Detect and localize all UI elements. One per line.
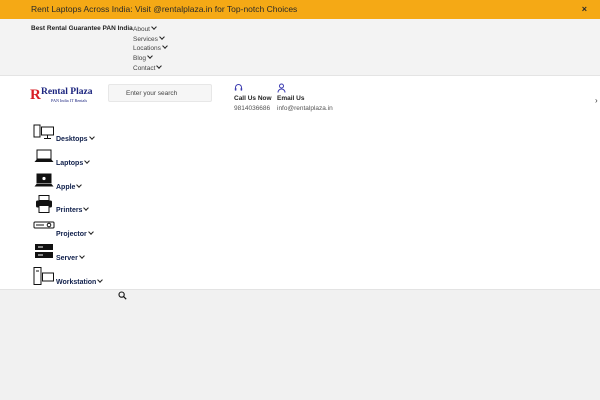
- logo-tagline: PAN India IT Rentals: [51, 98, 88, 103]
- chevron-down-icon: [147, 53, 153, 59]
- category-label: Server: [56, 253, 85, 262]
- arrow-right-icon[interactable]: ›: [595, 96, 598, 105]
- announcement-bar: Rent Laptops Across India: Visit @rental…: [0, 0, 600, 19]
- chevron-down-icon: [156, 62, 163, 69]
- printer-icon: [36, 195, 52, 214]
- desktop-icon: [33, 124, 54, 139]
- user-icon: [277, 83, 333, 94]
- category-label: Desktops: [56, 134, 95, 143]
- category-label: Projector: [56, 229, 94, 238]
- chevron-down-icon: [83, 205, 90, 212]
- call-us-contact[interactable]: Call Us Now 9814036686: [234, 83, 272, 113]
- announcement-suffix: for Top-notch Choices: [212, 4, 298, 14]
- announcement-prefix: Rent Laptops Across India: Visit: [31, 4, 154, 14]
- site-logo[interactable]: R Rental Plaza PAN India IT Rentals: [30, 86, 100, 104]
- nav-item-blog[interactable]: Blog: [133, 53, 167, 64]
- apple-laptop-icon: [34, 173, 54, 187]
- nav-item-contact[interactable]: Contact: [133, 62, 167, 74]
- email-us-contact[interactable]: Email Us info@rentalplaza.in: [277, 83, 333, 113]
- chevron-down-icon: [161, 43, 168, 50]
- category-label: Workstation: [56, 276, 104, 286]
- nav-item-label: Services: [133, 35, 158, 43]
- nav-item-label: About: [133, 26, 150, 33]
- projector-icon: [33, 221, 55, 229]
- email-us-label: Email Us: [277, 95, 305, 102]
- chevron-down-icon: [151, 24, 157, 30]
- search-input[interactable]: [108, 84, 212, 102]
- category-label: Printers: [56, 205, 90, 214]
- logo-name: Rental Plaza: [41, 87, 93, 97]
- chevron-down-icon: [78, 253, 85, 259]
- headset-icon: [234, 83, 272, 94]
- laptop-icon: [34, 149, 54, 162]
- phone-number: 9814036686: [234, 105, 271, 112]
- top-bar: Best Rental Guarantee PAN India About Se…: [0, 19, 600, 76]
- close-icon[interactable]: ×: [582, 4, 587, 14]
- chevron-down-icon: [76, 181, 83, 188]
- server-icon: [35, 243, 53, 258]
- chevron-down-icon: [84, 157, 91, 164]
- nav-item-services[interactable]: Services: [133, 33, 167, 45]
- nav-item-label: Contact: [133, 64, 156, 72]
- nav-item-label: Blog: [133, 55, 147, 63]
- chevron-down-icon: [87, 229, 94, 236]
- site-header: R Rental Plaza PAN India IT Rentals Call…: [0, 76, 600, 300]
- category-label: Laptops: [56, 157, 91, 167]
- chevron-down-icon: [159, 33, 165, 40]
- announcement-text: Rent Laptops Across India: Visit @rental…: [31, 4, 297, 14]
- search-icon[interactable]: [118, 287, 127, 305]
- chevron-down-icon: [88, 134, 95, 140]
- top-nav: About Services Locations Blog Contact: [133, 24, 168, 74]
- email-address: info@rentalplaza.in: [277, 105, 333, 112]
- chevron-down-icon: [97, 276, 104, 283]
- announcement-site-link[interactable]: @rentalplaza.in: [153, 4, 212, 14]
- category-label: Apple: [56, 181, 83, 191]
- call-us-label: Call Us Now: [234, 95, 272, 102]
- nav-item-label: Locations: [133, 45, 161, 53]
- logo-mark: R: [30, 87, 41, 103]
- guarantee-text: Best Rental Guarantee PAN India: [31, 25, 133, 32]
- workstation-icon: [33, 266, 54, 285]
